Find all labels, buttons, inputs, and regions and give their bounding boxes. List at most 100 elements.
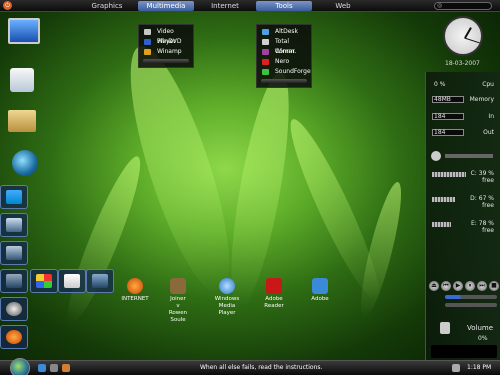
analog-clock [443, 16, 483, 56]
calendar-icon[interactable] [10, 68, 34, 92]
media-progress-bar[interactable] [445, 295, 497, 299]
recycle-bin-icon[interactable] [431, 151, 441, 161]
media-player-icon [219, 278, 235, 294]
shortcut-label: Windows Media Player [214, 296, 240, 316]
joiner-icon [170, 278, 186, 294]
memory-value: 48MB [434, 96, 451, 103]
menu-web[interactable]: Web [316, 1, 370, 11]
drive-e-text: E: 78 % free [471, 220, 494, 234]
quick-launch-icon[interactable] [38, 364, 46, 372]
in-meter: 184 In [430, 112, 496, 121]
menu-item-winrar[interactable]: Winrar [257, 47, 311, 57]
volume-icon[interactable] [440, 322, 450, 334]
menu-item-nero[interactable]: Nero [257, 57, 311, 67]
dock-item-firefox[interactable] [0, 325, 28, 349]
video-player-icon [144, 29, 151, 35]
menu-item-video-player[interactable]: Video Player [139, 27, 193, 45]
adobe-reader-icon [266, 278, 282, 294]
previous-button[interactable]: ⏮ [441, 281, 451, 291]
cpu-meter: 0 % Cpu [430, 80, 496, 89]
shortcut-adobe[interactable]: Adobe [300, 278, 340, 303]
media-volume-bar[interactable] [445, 303, 497, 307]
shortcut-media-player[interactable]: Windows Media Player [207, 278, 247, 317]
search-input[interactable]: ◎ [434, 2, 492, 10]
menu-item-label: Winrar [275, 48, 295, 55]
out-meter: 184 Out [430, 128, 496, 137]
firefox-icon [6, 330, 22, 344]
dock-item-4[interactable] [0, 269, 28, 293]
pause-button[interactable]: ⏸ [465, 281, 475, 291]
menu-item-altdesk[interactable]: AltDesk [257, 27, 311, 37]
menu-graphics[interactable]: Graphics [80, 1, 134, 11]
dock-item-1[interactable] [0, 185, 28, 209]
quick-launch-icon[interactable] [62, 364, 70, 372]
stop-button[interactable]: ■ [489, 281, 499, 291]
menu-multimedia[interactable]: Multimedia [138, 1, 194, 11]
drive-c: C: 39 % free [430, 170, 496, 192]
shortcut-label: INTERNET [121, 296, 149, 302]
tools-dropdown: AltDesk Total Comm. Winrar Nero SoundFor… [256, 24, 312, 88]
shortcut-joiner[interactable]: Joiner v Rowen Soule [158, 278, 198, 324]
dock-item-2[interactable] [0, 213, 28, 237]
play-button[interactable]: ▶ [453, 281, 463, 291]
recycle-bin-bar [445, 154, 493, 158]
shortcut-internet[interactable]: INTERNET [115, 278, 155, 303]
menu-item-label: SoundForge [275, 68, 311, 75]
menu-internet[interactable]: Internet [198, 1, 252, 11]
drive-d: D: 67 % free [430, 195, 496, 217]
menu-item-windvd[interactable]: WinDVD [139, 37, 193, 47]
app-icon [6, 274, 22, 288]
app-icon [6, 218, 22, 232]
eject-button[interactable]: ⏏ [429, 281, 439, 291]
menu-item-total-commander[interactable]: Total Comm. [257, 37, 311, 55]
windvd-icon [144, 39, 151, 45]
menu-item-label: WinDVD [157, 38, 182, 45]
menu-tools[interactable]: Tools [256, 1, 312, 11]
adobe-icon [312, 278, 328, 294]
out-label: Out [483, 129, 494, 136]
start-button[interactable] [10, 358, 30, 375]
soundforge-icon [262, 69, 269, 75]
taskbar: When all else fails, read the instructio… [0, 358, 500, 375]
globe-icon[interactable] [12, 150, 38, 176]
power-icon[interactable]: ⏻ [3, 1, 12, 10]
grass-blade [219, 68, 301, 312]
dropdown-bottom-bar [261, 79, 307, 83]
menu-item-label: AltDesk [275, 28, 299, 35]
shortcut-adobe-reader[interactable]: Adobe Reader [254, 278, 294, 310]
mail-icon [64, 274, 80, 288]
next-button[interactable]: ⏭ [477, 281, 487, 291]
dock-item-6[interactable] [30, 269, 58, 293]
firefox-icon [127, 278, 143, 294]
drive-d-bar [432, 197, 456, 202]
dock-item-8[interactable] [86, 269, 114, 293]
dock-item-5[interactable] [0, 297, 28, 321]
tray-icon[interactable] [452, 364, 460, 372]
search-icon: ◎ [437, 2, 443, 9]
taskbar-message: When all else fails, read the instructio… [200, 364, 323, 371]
altdesk-icon [262, 29, 269, 35]
menu-item-winamp[interactable]: Winamp [139, 47, 193, 57]
cpu-label: Cpu [482, 81, 494, 88]
clock-date: 18-03-2007 [445, 60, 480, 67]
menu-item-soundforge[interactable]: SoundForge [257, 67, 311, 77]
quick-launch-icon[interactable] [50, 364, 58, 372]
folder-icon[interactable] [8, 110, 36, 132]
app-icon [36, 274, 52, 288]
dock-item-7[interactable] [58, 269, 86, 293]
memory-meter: 48MB Memory [430, 95, 496, 104]
drive-e: E: 78 % free [430, 220, 496, 242]
dropdown-bottom-bar [143, 59, 189, 63]
computer-icon[interactable] [8, 18, 40, 44]
dock-item-3[interactable] [0, 241, 28, 265]
menu-item-label: Nero [275, 58, 290, 65]
app-icon [6, 246, 22, 260]
nero-icon [262, 59, 269, 65]
winamp-icon [144, 49, 151, 55]
taskbar-clock[interactable]: 1:18 PM [467, 364, 491, 371]
volume-slider[interactable] [431, 345, 497, 358]
app-icon [92, 274, 108, 288]
drive-c-bar [432, 172, 467, 177]
shortcut-label: Adobe Reader [264, 296, 284, 309]
cpu-value: 0 % [434, 81, 446, 88]
